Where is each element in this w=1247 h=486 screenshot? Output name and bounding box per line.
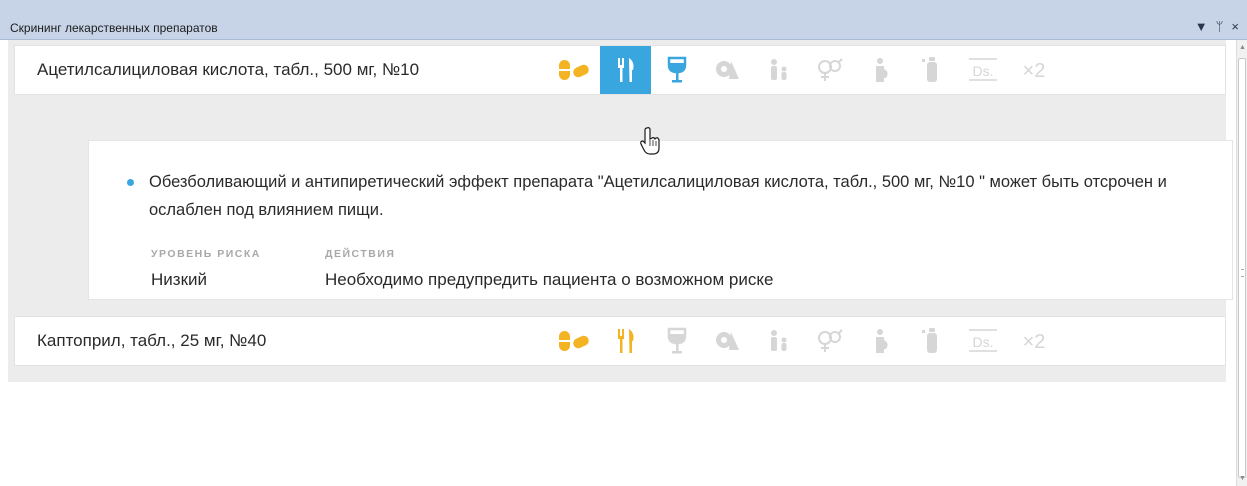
duplication-check-icon[interactable]: ×2	[1008, 317, 1059, 365]
drug-name: Каптоприл, табл., 25 мг, №40	[37, 331, 267, 350]
age-restriction-icon[interactable]	[702, 46, 753, 94]
screening-content: Ацетилсалициловая кислота, табл., 500 мг…	[0, 40, 1236, 486]
dropdown-icon[interactable]: ▼	[1195, 19, 1208, 35]
dosage-check-icon[interactable]: Ds.	[957, 46, 1008, 94]
pregnancy-restriction-icon[interactable]	[855, 317, 906, 365]
bullet-icon	[127, 179, 134, 186]
food-interaction-icon[interactable]	[600, 46, 651, 94]
alcohol-interaction-icon[interactable]	[651, 46, 702, 94]
dosage-label: Ds.	[972, 334, 993, 350]
children-restriction-icon[interactable]	[753, 46, 804, 94]
vertical-scrollbar[interactable]: ▲ ▼	[1236, 40, 1247, 486]
duplication-label: ×2	[1022, 60, 1045, 82]
lactation-restriction-icon[interactable]	[906, 46, 957, 94]
scrollbar-thumb[interactable]	[1238, 58, 1246, 478]
drug-row[interactable]: Каптоприл, табл., 25 мг, №40 Ds. ×2	[14, 316, 1226, 366]
panel-title: Скрининг лекарственных препаратов	[10, 21, 218, 35]
age-restriction-icon[interactable]	[702, 317, 753, 365]
drug-interaction-icon[interactable]	[549, 317, 600, 365]
drug-row[interactable]: Ацетилсалициловая кислота, табл., 500 мг…	[14, 45, 1226, 95]
pregnancy-restriction-icon[interactable]	[855, 46, 906, 94]
lactation-restriction-icon[interactable]	[906, 317, 957, 365]
scroll-up-icon[interactable]: ▲	[1238, 44, 1247, 52]
children-restriction-icon[interactable]	[753, 317, 804, 365]
drug-group: Каптоприл, табл., 25 мг, №40 Ds. ×2	[8, 310, 1226, 382]
risk-level-value: Низкий	[151, 270, 207, 289]
drug-name: Ацетилсалициловая кислота, табл., 500 мг…	[37, 60, 420, 79]
actions-value: Необходимо предупредить пациента о возмо…	[325, 270, 774, 289]
panel-titlebar: Скрининг лекарственных препаратов ▼ ᛘ ×	[0, 0, 1247, 40]
close-icon[interactable]: ×	[1231, 19, 1239, 35]
food-interaction-icon[interactable]	[600, 317, 651, 365]
gender-restriction-icon[interactable]	[804, 46, 855, 94]
scrollbar-grip-icon	[1241, 269, 1244, 277]
panel-controls: ▼ ᛘ ×	[1195, 19, 1239, 35]
dosage-check-icon[interactable]: Ds.	[957, 317, 1008, 365]
drug-check-icons: Ds. ×2	[549, 317, 1059, 365]
dosage-label: Ds.	[972, 63, 993, 79]
drug-check-icons: Ds. ×2	[549, 46, 1059, 94]
drug-interaction-icon[interactable]	[549, 46, 600, 94]
duplication-check-icon[interactable]: ×2	[1008, 46, 1059, 94]
gender-restriction-icon[interactable]	[804, 317, 855, 365]
alcohol-interaction-icon[interactable]	[651, 317, 702, 365]
actions-label: ДЕЙСТВИЯ	[325, 248, 396, 260]
scroll-down-icon[interactable]: ▼	[1238, 475, 1247, 483]
risk-level-label: УРОВЕНЬ РИСКА	[151, 248, 261, 260]
drug-group: Ацетилсалициловая кислота, табл., 500 мг…	[8, 40, 1233, 310]
interaction-description: Обезболивающий и антипиретический эффект…	[149, 173, 1167, 219]
pin-icon[interactable]: ᛘ	[1216, 19, 1224, 35]
interaction-detail-panel: Обезболивающий и антипиретический эффект…	[88, 140, 1233, 300]
duplication-label: ×2	[1022, 331, 1045, 353]
